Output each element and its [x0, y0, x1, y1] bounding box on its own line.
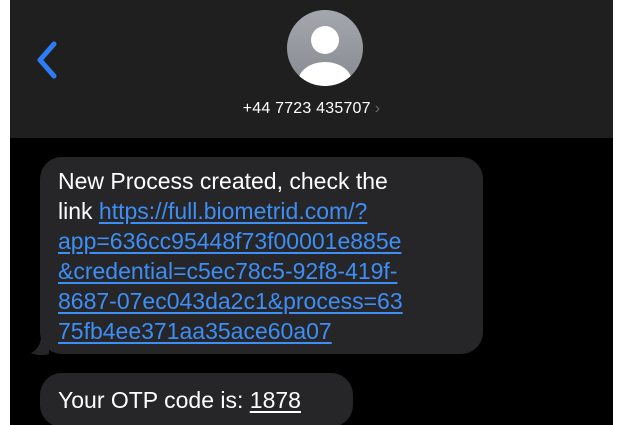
message-link[interactable]: 75fb4ee371aa35ace60a07 [58, 318, 332, 344]
chevron-right-icon: › [374, 100, 381, 117]
contact-number: +44 7723 435707 [242, 100, 371, 117]
messages-screen: +44 7723 435707 › New Process created, ch… [10, 0, 613, 425]
message-link[interactable]: https://full.biometrid.com/? [99, 198, 367, 224]
message-link[interactable]: &credential=c5ec78c5-92f8-419f- [58, 258, 397, 284]
contact-avatar[interactable] [287, 10, 363, 86]
person-icon [298, 26, 352, 86]
conversation-header: +44 7723 435707 › [10, 0, 613, 138]
message-text: New Process created, check the [58, 168, 388, 194]
message-text: Your OTP code is: [58, 387, 250, 413]
message-link[interactable]: app=636cc95448f73f00001e885e [58, 228, 401, 254]
message-link[interactable]: 8687-07ec043da2c1&process=63 [58, 288, 403, 314]
message-text: link [58, 198, 99, 224]
message-bubble: Your OTP code is: 1878 [40, 373, 353, 425]
chevron-left-icon [37, 41, 57, 79]
contact-name-button[interactable]: +44 7723 435707 › [10, 100, 613, 118]
otp-code[interactable]: 1878 [250, 387, 301, 413]
back-button[interactable] [32, 38, 62, 82]
message-bubble: New Process created, check the link http… [40, 157, 483, 354]
